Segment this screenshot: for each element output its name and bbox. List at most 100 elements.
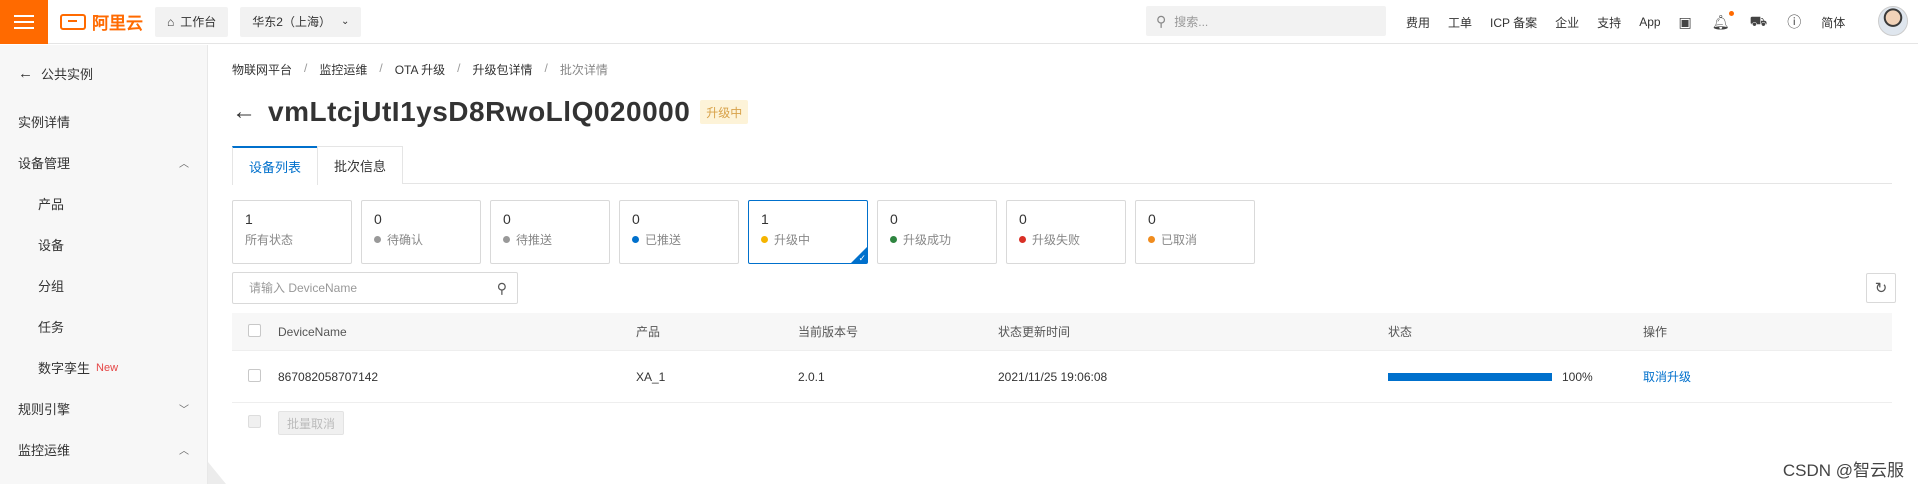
help-icon[interactable]: ⓘ [1787,12,1801,32]
status-filter-cards: 1 所有状态 0 待确认 0 待推送 0 已推送 1 升级中 ✓ 0 升级成功 … [232,200,1255,264]
breadcrumb-separator: / [544,61,548,75]
search-icon[interactable]: ⚲ [497,280,507,297]
column-header-devicename: DeviceName [278,324,347,339]
status-label: 已取消 [1161,233,1198,247]
sidebar-item-device-management[interactable]: 设备管理 ︿ [0,142,207,183]
status-card-pushed[interactable]: 0 已推送 [619,200,739,264]
status-label: 升级成功 [903,233,952,247]
status-label: 待推送 [516,233,553,247]
link-enterprise[interactable]: 企业 [1555,14,1579,31]
tab-bar: 设备列表 批次信息 [232,146,1892,185]
status-card-all[interactable]: 1 所有状态 [232,200,352,264]
status-dot [503,236,510,243]
terminal-icon[interactable]: ▣ [1679,14,1692,31]
breadcrumb-monitoring[interactable]: 监控运维 [319,61,367,78]
column-header-update-time: 状态更新时间 [998,325,1071,339]
tab-device-list[interactable]: 设备列表 [232,146,319,185]
breadcrumb-ota[interactable]: OTA 升级 [395,61,445,78]
tab-batch-info[interactable]: 批次信息 [317,146,404,184]
status-card-success[interactable]: 0 升级成功 [877,200,997,264]
cell-update-time: 2021/11/25 19:06:08 [998,369,1108,384]
breadcrumb-separator: / [304,61,308,75]
language-switch[interactable]: 简体 [1821,14,1845,31]
breadcrumb-iot-platform[interactable]: 物联网平台 [232,61,292,78]
global-search-input[interactable]: ⚲ 搜索... [1146,6,1386,36]
footer-select-all-checkbox[interactable] [248,415,261,428]
progress-fill [1388,372,1552,381]
home-icon: ⌂ [167,14,175,29]
check-icon: ✓ [858,253,866,263]
cart-icon[interactable]: ⛟ [1750,13,1768,32]
status-dot [632,236,639,243]
table-row: 867082058707142 XA_1 2.0.1 2021/11/25 19… [232,351,1892,403]
link-icp[interactable]: ICP 备案 [1490,14,1537,31]
brand-name: 阿里云 [92,14,143,33]
region-selector[interactable]: 华东2（上海） ⌄ [240,6,362,37]
link-ticket[interactable]: 工单 [1448,14,1472,31]
user-avatar[interactable] [1878,6,1908,36]
status-count: 1 [245,211,253,227]
status-card-pending-confirm[interactable]: 0 待确认 [361,200,481,264]
sidebar-item-label: 监控运维 [18,443,71,458]
link-support[interactable]: 支持 [1597,14,1621,31]
cell-product: XA_1 [636,369,666,384]
sidebar-item-product[interactable]: 产品 [0,183,207,224]
notification-dot [1728,10,1734,16]
bell-icon[interactable]: 🔔︎ [1712,10,1734,31]
page-header: ← vmLtcjUtI1ysD8RwoLlQ020000 升级中 [232,96,749,128]
status-card-upgrading[interactable]: 1 升级中 ✓ [748,200,868,264]
link-billing[interactable]: 费用 [1406,14,1430,31]
status-count: 0 [1148,211,1156,227]
top-navigation-bar: 阿里云 ⌂ 工作台 华东2（上海） ⌄ ⚲ 搜索... 费用 工单 ICP 备案… [0,0,1918,44]
breadcrumb: 物联网平台 / 监控运维 / OTA 升级 / 升级包详情 / 批次详情 [232,61,608,78]
breadcrumb-batch-detail: 批次详情 [559,63,608,77]
status-count: 0 [890,211,898,227]
sidebar-collapse-handle[interactable] [208,462,226,484]
batch-cancel-button[interactable]: 批量取消 [278,411,345,435]
breadcrumb-package-detail[interactable]: 升级包详情 [473,61,533,78]
cancel-upgrade-link[interactable]: 取消升级 [1643,370,1691,384]
status-card-pending-push[interactable]: 0 待推送 [490,200,610,264]
back-arrow-icon[interactable]: ← [232,98,256,126]
sidebar-item-group[interactable]: 分组 [0,265,207,306]
status-card-cancelled[interactable]: 0 已取消 [1135,200,1255,264]
sidebar-item-task[interactable]: 任务 [0,306,207,347]
status-label: 已推送 [645,233,682,247]
sidebar-item-label: 实例详情 [18,115,71,130]
sidebar-item-digital-twin[interactable]: 数字孪生 New [0,347,207,388]
status-dot [761,236,768,243]
sidebar-item-monitoring[interactable]: 监控运维 ︿ [0,429,207,470]
status-dot [374,236,381,243]
menu-hamburger-button[interactable] [0,0,48,44]
sidebar-item-label: 产品 [38,197,65,212]
breadcrumb-separator: / [379,61,383,75]
device-search: ⚲ [232,272,518,304]
table-footer: 批量取消 [232,403,1892,443]
upgrade-progress-bar [1388,372,1552,381]
status-dot [890,236,897,243]
status-dot [1019,236,1026,243]
link-app[interactable]: App [1639,15,1660,29]
select-all-checkbox[interactable] [248,323,261,337]
status-label: 升级中 [774,233,811,247]
status-count: 0 [374,211,382,227]
sidebar-item-label: 规则引擎 [18,402,71,417]
sidebar-item-device[interactable]: 设备 [0,224,207,265]
back-label: 公共实例 [41,66,94,82]
workbench-button[interactable]: ⌂ 工作台 [155,6,229,37]
sidebar-item-rule-engine[interactable]: 规则引擎 ﹀ [0,388,207,429]
status-card-failed[interactable]: 0 升级失败 [1006,200,1126,264]
device-search-input[interactable] [249,281,497,295]
table-header: DeviceName 产品 当前版本号 状态更新时间 状态 操作 [232,313,1892,351]
top-links: 费用 工单 ICP 备案 企业 支持 App ▣ 🔔︎ ⛟ ⓘ 简体 [1406,0,1863,44]
row-checkbox[interactable] [248,368,261,382]
refresh-icon: ↻ [1874,280,1888,297]
refresh-button[interactable]: ↻ [1866,273,1896,303]
aliyun-logo[interactable]: 阿里云 [60,9,143,34]
new-badge: New [96,361,119,374]
status-count: 0 [1019,211,1027,227]
sidebar-item-instance-detail[interactable]: 实例详情 [0,101,207,142]
watermark: CSDN @智云服 [1782,461,1904,480]
back-to-instances[interactable]: ← 公共实例 [0,45,207,101]
status-label: 所有状态 [245,233,294,247]
